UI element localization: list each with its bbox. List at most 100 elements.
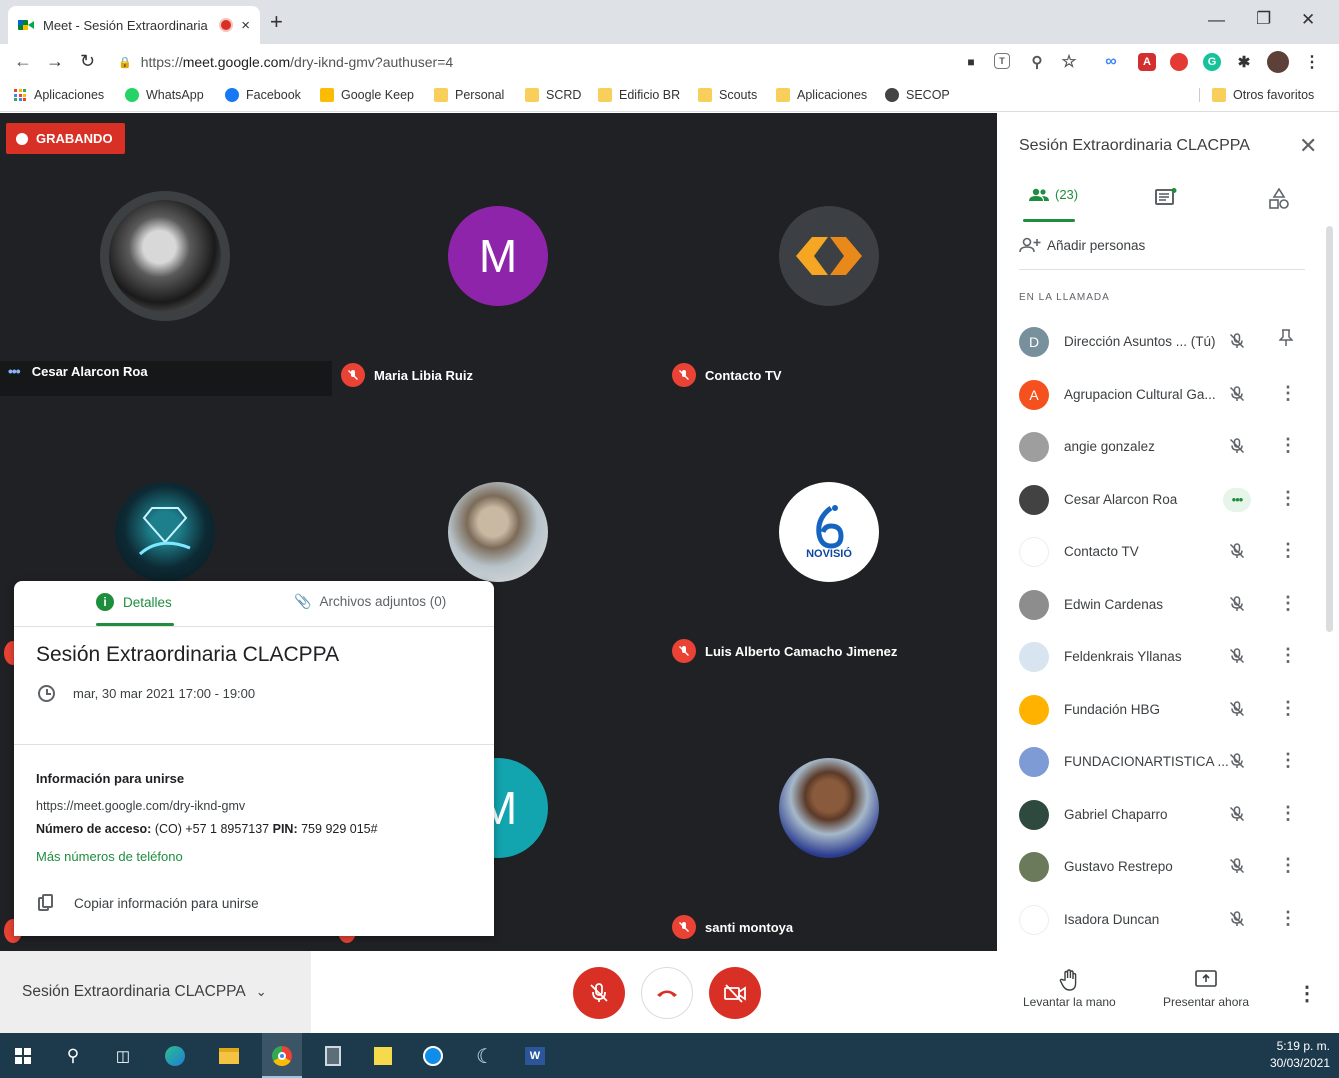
bookmark-whatsapp[interactable]: WhatsApp bbox=[125, 88, 204, 102]
bookmark-folder-edificio-br[interactable]: Edificio BR bbox=[598, 88, 680, 102]
more-vert-icon[interactable]: ⋮ bbox=[1279, 749, 1297, 771]
participant-row[interactable]: FUNDACIONARTISTICA ... ⋮ bbox=[997, 736, 1327, 788]
bookmark-secop[interactable]: SECOP bbox=[885, 88, 950, 102]
leave-call-button[interactable] bbox=[641, 967, 693, 1019]
more-vert-icon[interactable]: ⋮ bbox=[1279, 592, 1297, 614]
meeting-controls-bar: Sesión Extraordinaria CLACPPA ⌄ Levantar… bbox=[0, 951, 1339, 1033]
pdf-extension-icon[interactable]: A bbox=[1138, 53, 1156, 71]
speaking-indicator-icon: ••• bbox=[1223, 487, 1251, 512]
bookmark-facebook[interactable]: Facebook bbox=[225, 88, 301, 102]
bookmark-folder-scrd[interactable]: SCRD bbox=[525, 88, 581, 102]
close-panel-icon[interactable]: ✕ bbox=[1299, 133, 1317, 159]
bookmark-folder-scouts[interactable]: Scouts bbox=[698, 88, 757, 102]
more-vert-icon[interactable]: ⋮ bbox=[1279, 697, 1297, 719]
restore-icon[interactable]: ❐ bbox=[1256, 9, 1271, 29]
copy-join-info-button[interactable]: Copiar información para unirse bbox=[38, 894, 259, 912]
more-vert-icon[interactable]: ⋮ bbox=[1279, 644, 1297, 666]
mic-off-icon bbox=[1228, 332, 1246, 355]
meeting-details-toggle[interactable]: Sesión Extraordinaria CLACPPA ⌄ bbox=[0, 951, 311, 1033]
word-icon[interactable]: W bbox=[524, 1045, 546, 1067]
reload-icon[interactable]: ↻ bbox=[80, 51, 95, 72]
participant-row[interactable]: Edwin Cardenas ⋮ bbox=[997, 579, 1327, 631]
windows-start-icon[interactable] bbox=[12, 1045, 34, 1067]
participant-row[interactable]: Cesar Alarcon Roa ••• ⋮ bbox=[997, 474, 1327, 526]
bookmark-folder-aplicaciones[interactable]: Aplicaciones bbox=[776, 88, 867, 102]
participant-row[interactable]: Isadora Duncan ⋮ bbox=[997, 894, 1327, 946]
bookmark-star-icon[interactable]: ☆ bbox=[1060, 52, 1078, 71]
extensions-puzzle-icon[interactable]: ✱ bbox=[1235, 53, 1253, 71]
more-vert-icon[interactable]: ⋮ bbox=[1279, 539, 1297, 561]
minimize-icon[interactable]: — bbox=[1208, 10, 1225, 30]
participant-row[interactable]: Gabriel Chaparro ⋮ bbox=[997, 789, 1327, 841]
join-url: https://meet.google.com/dry-iknd-gmv bbox=[36, 799, 246, 813]
participant-row[interactable]: A Agrupacion Cultural Ga... ⋮ bbox=[997, 369, 1327, 421]
participant-row[interactable]: D Dirección Asuntos ... (Tú) bbox=[997, 316, 1327, 368]
grammarly-extension-icon[interactable]: G bbox=[1203, 53, 1221, 71]
more-vert-icon[interactable]: ⋮ bbox=[1279, 382, 1297, 404]
calculator-icon[interactable] bbox=[322, 1045, 344, 1067]
tab-attachments[interactable]: 📎 Archivos adjuntos (0) bbox=[294, 593, 446, 610]
new-tab-button[interactable]: + bbox=[270, 11, 283, 33]
lastpass-extension-icon[interactable] bbox=[1170, 53, 1188, 71]
tab-chat[interactable] bbox=[1155, 188, 1177, 213]
participant-row[interactable]: Contacto TV ⋮ bbox=[997, 526, 1327, 578]
sticky-notes-icon[interactable] bbox=[372, 1045, 394, 1067]
link-extension-icon[interactable]: ∞ bbox=[1102, 53, 1120, 71]
tab-activities[interactable] bbox=[1269, 187, 1289, 215]
forward-arrow-icon[interactable]: → bbox=[46, 51, 64, 72]
teamviewer-icon[interactable] bbox=[422, 1045, 444, 1067]
raise-hand-button[interactable]: Levantar la mano bbox=[1023, 969, 1116, 1009]
system-clock[interactable]: 5:19 p. m. 30/03/2021 bbox=[1262, 1038, 1330, 1072]
translate-icon[interactable]: T bbox=[994, 53, 1010, 69]
more-vert-icon[interactable]: ⋮ bbox=[1279, 907, 1297, 929]
add-people-button[interactable]: Añadir personas bbox=[1019, 237, 1145, 253]
window-close-icon[interactable]: ✕ bbox=[1301, 10, 1315, 30]
zoom-icon[interactable]: ⚲ bbox=[1028, 53, 1046, 71]
bookmark-aplicaciones[interactable]: Aplicaciones bbox=[14, 88, 104, 102]
mic-off-icon bbox=[1228, 910, 1246, 933]
access-number: Número de acceso: (CO) +57 1 8957137 PIN… bbox=[36, 822, 378, 836]
more-vert-icon[interactable]: ⋮ bbox=[1279, 434, 1297, 456]
file-explorer-icon[interactable] bbox=[218, 1045, 240, 1067]
bookmark-folder-personal[interactable]: Personal bbox=[434, 88, 504, 102]
participant-tile[interactable]: NOVISIÓ Luis Alberto Camacho Jimenez bbox=[664, 389, 994, 665]
search-icon[interactable]: ⚲ bbox=[62, 1045, 84, 1067]
add-person-icon bbox=[1019, 237, 1041, 253]
participant-tile[interactable]: ••• Cesar Alarcon Roa bbox=[0, 113, 330, 389]
pin-icon[interactable] bbox=[1278, 329, 1294, 352]
browser-tab-meet[interactable]: Meet - Sesión Extraordinaria × bbox=[8, 6, 260, 44]
participant-tile[interactable]: M Maria Libia Ruiz bbox=[333, 113, 663, 389]
browser-menu-icon[interactable]: ⋮ bbox=[1303, 53, 1321, 71]
more-vert-icon[interactable]: ⋮ bbox=[1279, 854, 1297, 876]
bookmark-other-favorites[interactable]: Otros favoritos bbox=[1199, 88, 1314, 102]
moon-app-icon[interactable]: ☾ bbox=[474, 1045, 496, 1068]
panel-scrollbar[interactable] bbox=[1326, 226, 1333, 632]
more-options-icon[interactable]: ⋮ bbox=[1297, 981, 1317, 1006]
camera-toggle-button[interactable] bbox=[709, 967, 761, 1019]
participant-row[interactable]: Fundación HBG ⋮ bbox=[997, 684, 1327, 736]
camera-off-icon bbox=[724, 984, 746, 1003]
tab-details[interactable]: i Detalles bbox=[96, 593, 172, 611]
chrome-icon[interactable] bbox=[271, 1045, 293, 1067]
participant-row[interactable]: angie gonzalez ⋮ bbox=[997, 421, 1327, 473]
more-phone-numbers-link[interactable]: Más números de teléfono bbox=[36, 849, 183, 864]
task-view-icon[interactable]: ◫ bbox=[112, 1045, 134, 1067]
tab-close-button[interactable]: × bbox=[241, 17, 250, 34]
camera-icon[interactable]: ■ bbox=[962, 53, 980, 71]
present-now-button[interactable]: Presentar ahora bbox=[1163, 969, 1249, 1009]
more-vert-icon[interactable]: ⋮ bbox=[1279, 487, 1297, 509]
participant-row[interactable]: Feldenkrais Yllanas ⋮ bbox=[997, 631, 1327, 683]
panel-title: Sesión Extraordinaria CLACPPA bbox=[1019, 137, 1250, 154]
microphone-toggle-button[interactable] bbox=[573, 967, 625, 1019]
participant-tile[interactable]: Contacto TV bbox=[664, 113, 994, 389]
back-arrow-icon[interactable]: ← bbox=[14, 51, 32, 72]
more-vert-icon[interactable]: ⋮ bbox=[1279, 802, 1297, 824]
address-bar[interactable]: 🔒 https://meet.google.com/dry-iknd-gmv?a… bbox=[118, 50, 978, 74]
profile-avatar[interactable] bbox=[1267, 51, 1289, 73]
participant-tile[interactable]: santi montoya bbox=[664, 665, 994, 941]
participant-row[interactable]: Gustavo Restrepo ⋮ bbox=[997, 841, 1327, 893]
bookmark-google-keep[interactable]: Google Keep bbox=[320, 88, 414, 102]
tab-people[interactable]: (23) bbox=[1029, 187, 1078, 202]
edge-icon[interactable] bbox=[164, 1045, 186, 1067]
meeting-name: Sesión Extraordinaria CLACPPA bbox=[22, 983, 246, 1000]
